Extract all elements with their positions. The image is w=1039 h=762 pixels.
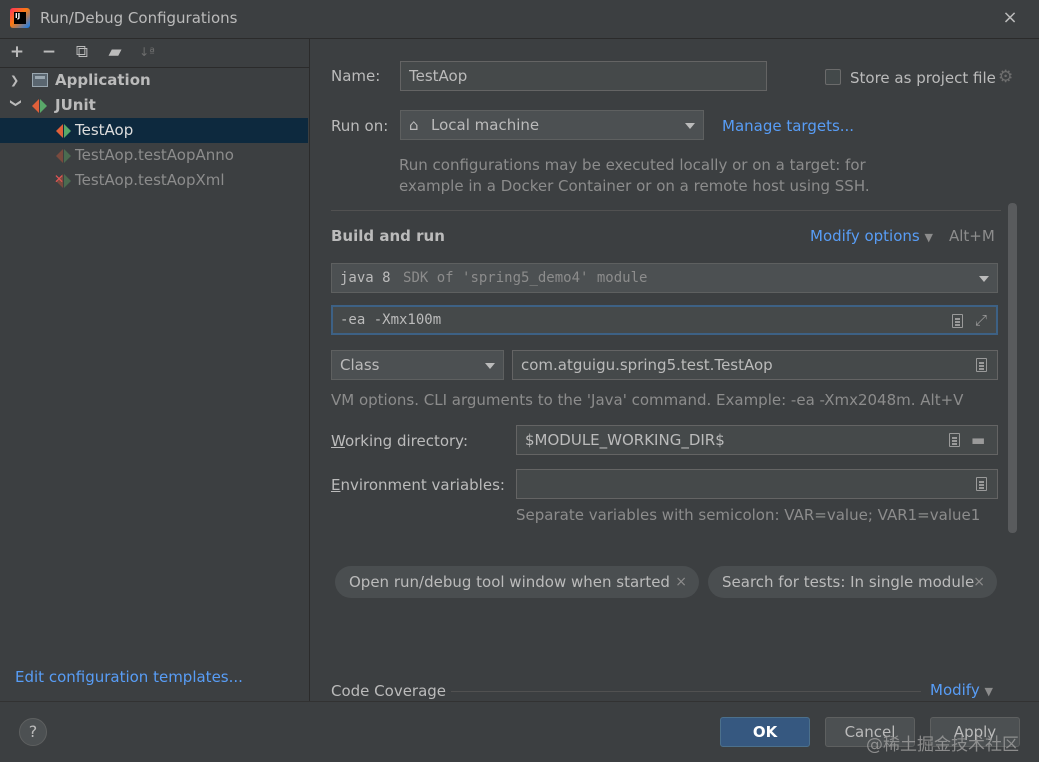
chevron-down-icon xyxy=(685,123,695,129)
folder-icon[interactable]: ▬ xyxy=(971,426,985,454)
home-icon: ⌂ xyxy=(409,116,419,134)
tree-item-label: TestAop.testAopAnno xyxy=(75,146,234,164)
working-directory-label: Working directory: xyxy=(331,432,469,450)
modify-link[interactable]: Modify ▼ xyxy=(930,681,993,699)
new-folder-icon[interactable]: ▰ xyxy=(106,43,124,61)
browse-class-icon[interactable] xyxy=(976,358,987,372)
chevron-down-icon[interactable]: ❯ xyxy=(4,99,29,113)
name-label: Name: xyxy=(331,67,380,85)
section-divider xyxy=(331,210,1001,211)
junit-test-icon xyxy=(56,124,72,138)
chevron-down-icon: ▼ xyxy=(984,685,993,698)
title-bar: IJ Run/Debug Configurations × xyxy=(0,0,1039,39)
vm-options-input[interactable]: -ea -Xmx100m ⤢ xyxy=(331,305,998,335)
tree-item-label: TestAop.testAopXml xyxy=(75,171,225,189)
add-icon[interactable]: + xyxy=(8,43,26,61)
tree-item-testaop[interactable]: TestAop xyxy=(0,118,308,143)
chevron-right-icon[interactable]: ❯ xyxy=(10,68,24,93)
vm-options-value: -ea -Xmx100m xyxy=(340,312,442,328)
expand-icon[interactable]: ⤢ xyxy=(975,307,987,333)
window-title: Run/Debug Configurations xyxy=(40,9,238,27)
tree-node-label: Application xyxy=(55,71,151,89)
code-coverage-heading: Code Coverage xyxy=(331,682,447,700)
expand-text-icon[interactable] xyxy=(952,314,963,328)
working-directory-input[interactable]: $MODULE_WORKING_DIR$ ▬ xyxy=(516,425,998,455)
jre-detail: SDK of 'spring5_demo4' module xyxy=(403,270,648,286)
environment-variables-input[interactable] xyxy=(516,469,998,499)
help-button[interactable]: ? xyxy=(19,718,47,746)
environment-variables-label-text: nvironment variables: xyxy=(340,476,505,494)
remove-icon[interactable]: − xyxy=(40,43,58,61)
vm-options-hint: VM options. CLI arguments to the 'Java' … xyxy=(331,391,964,409)
junit-icon xyxy=(32,99,48,113)
junit-test-icon xyxy=(56,149,72,163)
tree-item-testaopxml[interactable]: ✕ TestAop.testAopXml xyxy=(0,168,308,193)
tree-item-testaopanno[interactable]: TestAop.testAopAnno xyxy=(0,143,308,168)
sort-icon[interactable]: ↓ª xyxy=(138,43,156,61)
edit-templates-link[interactable]: Edit configuration templates... xyxy=(15,668,243,686)
chevron-down-icon xyxy=(979,276,989,282)
configuration-tree-panel: + − ⧉ ▰ ↓ª ❯ Application ❯ JUnit TestAop… xyxy=(0,39,310,701)
chip-label: Search for tests: In single module xyxy=(722,573,975,591)
watermark: @稀土掘金技术社区 xyxy=(866,735,1019,755)
application-icon xyxy=(32,73,48,87)
run-on-value: Local machine xyxy=(431,116,540,134)
name-label-text: Name: xyxy=(331,67,381,85)
chevron-down-icon: ▼ xyxy=(924,231,933,244)
chip-label: Open run/debug tool window when started xyxy=(349,573,670,591)
build-and-run-heading: Build and run xyxy=(331,227,445,245)
tree-node-label: JUnit xyxy=(55,96,96,114)
environment-variables-hint: Separate variables with semicolon: VAR=v… xyxy=(516,506,981,524)
modify-text: Modify xyxy=(930,681,980,699)
macro-icon[interactable] xyxy=(949,433,960,447)
section-divider xyxy=(451,691,921,692)
option-chip-open-tool-window[interactable]: Open run/debug tool window when started … xyxy=(335,566,699,598)
working-directory-label-text: orking directory: xyxy=(344,432,469,450)
class-input[interactable]: com.atguigu.spring5.test.TestAop xyxy=(512,350,998,380)
copy-icon[interactable]: ⧉ xyxy=(73,43,91,61)
store-as-project-file-checkbox[interactable] xyxy=(825,69,841,85)
working-directory-value: $MODULE_WORKING_DIR$ xyxy=(525,431,725,449)
jre-main: java 8 xyxy=(340,270,391,286)
chevron-down-icon xyxy=(485,363,495,369)
modify-options-shortcut: Alt+M xyxy=(949,227,995,245)
jre-select[interactable]: java 8 SDK of 'spring5_demo4' module xyxy=(331,263,998,293)
gear-icon[interactable]: ⚙ xyxy=(998,67,1013,87)
manage-targets-link[interactable]: Manage targets... xyxy=(722,117,854,135)
tree-node-junit[interactable]: ❯ JUnit xyxy=(0,93,308,118)
close-icon[interactable]: × xyxy=(973,566,985,598)
name-input[interactable] xyxy=(400,61,767,91)
run-on-label: Run on: xyxy=(331,117,389,135)
environment-variables-label: Environment variables: xyxy=(331,476,505,494)
close-icon[interactable]: × xyxy=(1000,8,1020,28)
run-on-hint-line-1: Run configurations may be executed local… xyxy=(399,156,866,174)
class-value: com.atguigu.spring5.test.TestAop xyxy=(521,356,773,374)
tree-item-label: TestAop xyxy=(75,121,134,139)
close-icon[interactable]: × xyxy=(675,566,687,598)
run-on-hint-line-2: example in a Docker Container or on a re… xyxy=(399,177,870,195)
modify-options-link[interactable]: Modify options ▼ xyxy=(810,227,933,245)
test-kind-value: Class xyxy=(340,356,380,374)
scrollbar[interactable] xyxy=(1008,203,1017,533)
test-kind-select[interactable]: Class xyxy=(331,350,504,380)
run-on-select[interactable]: ⌂ Local machine xyxy=(400,110,704,140)
tree-node-application[interactable]: ❯ Application xyxy=(0,68,308,93)
option-chip-search-for-tests[interactable]: Search for tests: In single module × xyxy=(708,566,997,598)
modify-options-text: Modify options xyxy=(810,227,920,245)
junit-test-error-icon: ✕ xyxy=(54,172,72,188)
tree-toolbar: + − ⧉ ▰ ↓ª xyxy=(0,39,309,68)
ok-button[interactable]: OK xyxy=(720,717,810,747)
store-as-project-file-label[interactable]: Store as project file xyxy=(850,69,996,87)
intellij-logo-icon: IJ xyxy=(10,8,30,28)
edit-env-icon[interactable] xyxy=(976,477,987,491)
